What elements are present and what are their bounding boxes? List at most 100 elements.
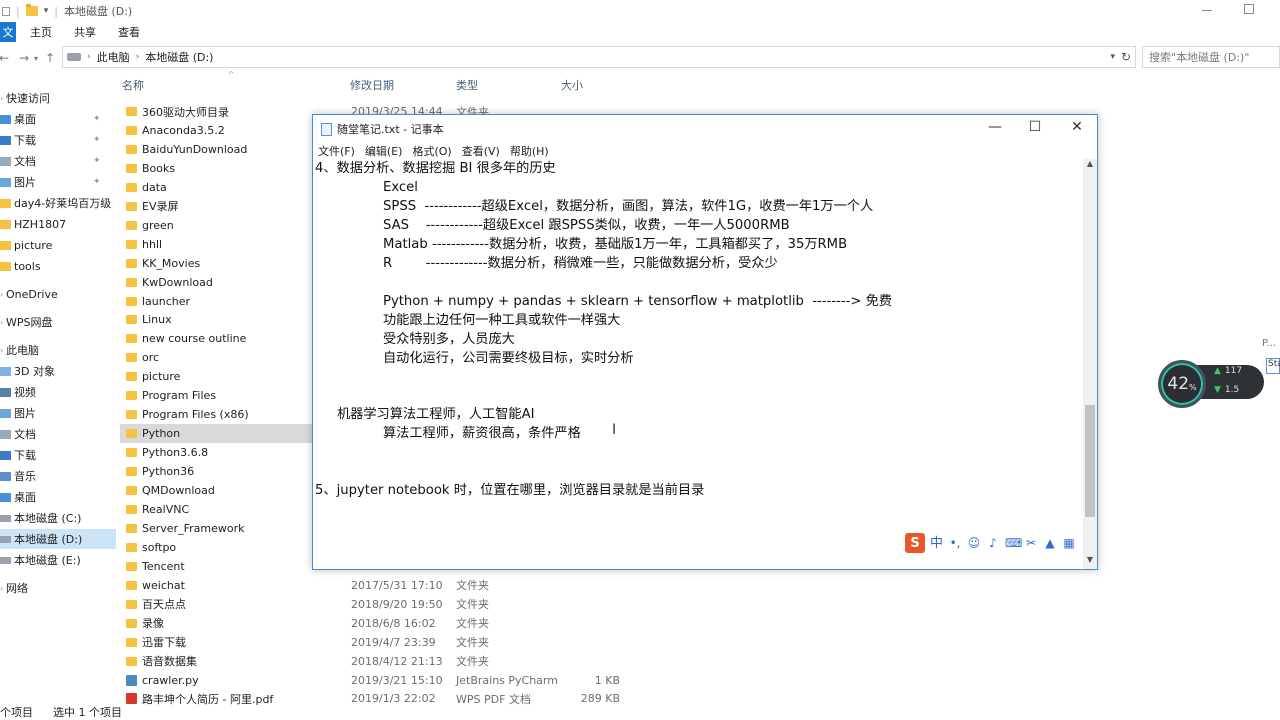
scroll-down-icon[interactable]: ▼ bbox=[1083, 555, 1097, 569]
folder-icon bbox=[126, 315, 137, 325]
sidebar-item-tools[interactable]: tools bbox=[0, 256, 116, 276]
file-type: 文件夹 bbox=[456, 617, 489, 631]
tab-view[interactable]: 查看 bbox=[110, 24, 154, 40]
new-folder-icon[interactable] bbox=[25, 4, 38, 16]
chevron-right-icon[interactable]: › bbox=[87, 52, 91, 62]
customize-toolbar-icon[interactable]: ▾ bbox=[44, 6, 49, 16]
file-name: Tencent bbox=[142, 559, 185, 573]
back-arrow-icon[interactable]: ← bbox=[0, 51, 14, 65]
file-row[interactable]: 迅雷下载 2019/4/7 23:39 文件夹 bbox=[120, 633, 1280, 652]
sidebar-item-day4[interactable]: day4-好莱坞百万级 bbox=[0, 193, 116, 213]
file-modified: 2018/6/8 16:02 bbox=[351, 616, 436, 630]
maximize-button[interactable]: ☐ bbox=[1015, 119, 1055, 139]
sogou-logo-icon[interactable]: S bbox=[905, 533, 925, 553]
tab-file[interactable]: 文 bbox=[0, 22, 16, 42]
breadcrumb-this-pc[interactable]: 此电脑 bbox=[97, 49, 130, 65]
text-line: 功能跟上边任何一种工具或软件一样强大 bbox=[383, 313, 621, 328]
sidebar-item-documents-pc[interactable]: 文档 bbox=[0, 424, 116, 444]
menu-view[interactable]: 查看(V) bbox=[457, 143, 505, 159]
text-line: 自动化运行，公司需要终极目标，实时分析 bbox=[383, 351, 634, 366]
file-row[interactable]: weichat 2017/5/31 17:10 文件夹 bbox=[120, 576, 1280, 595]
menu-grid-icon[interactable]: ▦ bbox=[1062, 534, 1076, 553]
column-header-size[interactable]: 大小 bbox=[561, 76, 583, 94]
breadcrumb-drive-d[interactable]: 本地磁盘 (D:) bbox=[145, 49, 213, 65]
offscreen-button[interactable]: Sta bbox=[1266, 358, 1280, 374]
tab-share[interactable]: 共享 bbox=[66, 24, 110, 40]
sidebar-item-label: 下载 bbox=[14, 449, 36, 462]
menu-help[interactable]: 帮助(H) bbox=[505, 143, 554, 159]
sidebar-item-this-pc[interactable]: › 此电脑 bbox=[0, 340, 116, 360]
folder-icon bbox=[126, 125, 137, 135]
scroll-thumb[interactable] bbox=[1085, 405, 1095, 517]
sidebar-item-drive-d[interactable]: 本地磁盘 (D:) bbox=[0, 529, 116, 549]
file-row[interactable]: 录像 2018/6/8 16:02 文件夹 bbox=[120, 614, 1280, 633]
file-row[interactable]: Python bbox=[120, 424, 312, 444]
address-bar[interactable]: › 此电脑 › 本地磁盘 (D:) ▾ ↻ bbox=[62, 46, 1136, 68]
keyboard-icon[interactable]: ⌨ bbox=[1005, 534, 1022, 553]
pin-icon[interactable]: ✦ bbox=[93, 114, 101, 124]
folder-icon bbox=[126, 637, 137, 647]
sidebar-item-downloads-pc[interactable]: 下载 bbox=[0, 445, 116, 465]
ime-toolbar[interactable]: S 中 •, ☺ ♪ ⌨ ✂ ▲ ▦ bbox=[903, 531, 1081, 555]
pin-icon[interactable]: ✦ bbox=[93, 156, 101, 166]
sidebar-item-network[interactable]: › 网络 bbox=[0, 578, 116, 598]
notepad-text-area[interactable]: 4、数据分析、数据挖掘 BI 很多年的历史 Excel SPSS -------… bbox=[315, 159, 1085, 561]
file-row[interactable]: 百天点点 2018/9/20 19:50 文件夹 bbox=[120, 595, 1280, 614]
microphone-icon[interactable]: ♪ bbox=[986, 534, 1000, 553]
notepad-window[interactable]: 随堂笔记.txt - 记事本 — ☐ ✕ 文件(F) 编辑(E) 格式(O) 查… bbox=[312, 114, 1098, 570]
search-input[interactable]: 搜索"本地磁盘 (D:)" bbox=[1142, 46, 1280, 68]
file-name: Anaconda3.5.2 bbox=[142, 123, 225, 137]
column-header-modified[interactable]: 修改日期 bbox=[350, 76, 394, 94]
sidebar-item-music[interactable]: 音乐 bbox=[0, 466, 116, 486]
pin-icon[interactable]: ✦ bbox=[93, 177, 101, 187]
file-name: softpo bbox=[142, 540, 177, 554]
pin-icon[interactable]: ✦ bbox=[93, 135, 101, 145]
refresh-icon[interactable]: ↻ bbox=[1121, 50, 1131, 64]
quick-access-toolbar: | ▾ | bbox=[0, 4, 58, 18]
minimize-button[interactable]: — bbox=[975, 119, 1015, 139]
up-arrow-icon[interactable]: ↑ bbox=[40, 51, 60, 65]
ime-mode[interactable]: 中 bbox=[930, 534, 943, 553]
sidebar-item-desktop[interactable]: 桌面 ✦ bbox=[0, 109, 116, 129]
sidebar-item-drive-c[interactable]: 本地磁盘 (C:) bbox=[0, 508, 116, 528]
sidebar-item-videos[interactable]: 视频 bbox=[0, 382, 116, 402]
menu-edit[interactable]: 编辑(E) bbox=[360, 143, 408, 159]
tab-home[interactable]: 主页 bbox=[16, 24, 66, 40]
menu-format[interactable]: 格式(O) bbox=[407, 143, 456, 159]
sidebar-item-pictures[interactable]: 图片 ✦ bbox=[0, 172, 116, 192]
properties-icon[interactable] bbox=[2, 6, 10, 16]
file-row[interactable]: 语音数据集 2018/4/12 21:13 文件夹 bbox=[120, 652, 1280, 671]
close-button[interactable]: ✕ bbox=[1057, 119, 1097, 139]
minimize-button[interactable] bbox=[1202, 10, 1212, 11]
sidebar-item-picture[interactable]: picture bbox=[0, 235, 116, 255]
sidebar-item-downloads[interactable]: 下载 ✦ bbox=[0, 130, 116, 150]
sidebar-item-pictures-pc[interactable]: 图片 bbox=[0, 403, 116, 423]
column-header-type[interactable]: 类型 bbox=[456, 76, 478, 94]
tools-icon[interactable]: ✂ bbox=[1024, 534, 1038, 553]
file-row[interactable]: crawler.py 2019/3/21 15:10 JetBrains PyCha… bbox=[120, 671, 1280, 690]
scroll-up-icon[interactable]: ▲ bbox=[1083, 159, 1097, 173]
sidebar-item-hzh1807[interactable]: HZH1807 bbox=[0, 214, 116, 234]
emoji-icon[interactable]: ☺ bbox=[967, 534, 981, 553]
sidebar-item-quick-access[interactable]: › 快速访问 bbox=[0, 88, 116, 108]
folder-icon bbox=[126, 372, 137, 382]
vertical-scrollbar[interactable]: ▲ ▼ bbox=[1083, 159, 1097, 569]
memory-usage-gauge[interactable]: 42% bbox=[1158, 360, 1206, 408]
restore-button[interactable] bbox=[1244, 4, 1254, 14]
sidebar-item-documents[interactable]: 文档 ✦ bbox=[0, 151, 116, 171]
menu-file[interactable]: 文件(F) bbox=[313, 143, 360, 159]
sidebar-item-3d-objects[interactable]: 3D 对象 bbox=[0, 361, 116, 381]
sidebar-item-desktop-pc[interactable]: 桌面 bbox=[0, 487, 116, 507]
sidebar-item-wps[interactable]: › WPS网盘 bbox=[0, 312, 116, 332]
column-header-name[interactable]: 名称 bbox=[122, 76, 144, 94]
network-speed-widget[interactable]: 42% ▲ 117 ▼ 1.5 bbox=[1158, 360, 1264, 408]
chevron-right-icon[interactable]: › bbox=[136, 52, 140, 62]
document-icon bbox=[0, 156, 11, 166]
sidebar-item-onedrive[interactable]: › OneDrive bbox=[0, 284, 116, 304]
chevron-down-icon[interactable]: ▾ bbox=[1110, 52, 1115, 62]
folder-icon bbox=[126, 656, 137, 666]
toolbar-divider: | bbox=[16, 4, 20, 18]
sidebar-item-drive-e[interactable]: 本地磁盘 (E:) bbox=[0, 550, 116, 570]
punctuation-icon[interactable]: •, bbox=[948, 534, 962, 553]
skin-icon[interactable]: ▲ bbox=[1043, 534, 1057, 553]
